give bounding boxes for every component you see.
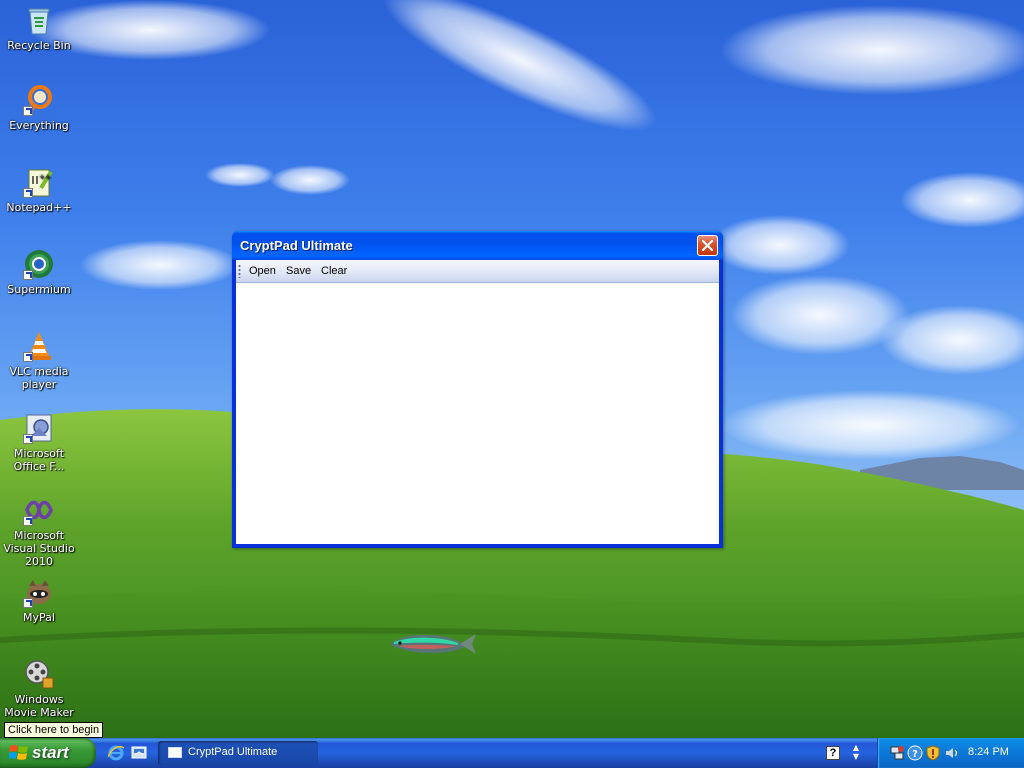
office-picture-icon (23, 412, 55, 444)
shortcut-arrow-icon (23, 106, 33, 116)
help-icon[interactable]: ? (826, 746, 840, 760)
desktop-icon-supermium[interactable]: Supermium (0, 248, 78, 296)
shortcut-arrow-icon (23, 598, 33, 608)
start-button[interactable]: start (0, 738, 96, 768)
desktop-icon-label: Supermium (7, 283, 71, 296)
vlc-cone-icon (23, 330, 55, 362)
close-icon (702, 240, 713, 251)
menu-clear[interactable]: Clear (321, 265, 347, 277)
desktop-icon-mypal[interactable]: MyPal (0, 576, 78, 624)
desktop-icon-label: Recycle Bin (7, 39, 71, 52)
language-bar-chevron-icon[interactable]: ▲ ▼ (850, 743, 862, 763)
taskbar-clock[interactable]: 8:24 PM (968, 746, 1009, 758)
window-app-icon (168, 747, 182, 758)
window-titlebar[interactable]: CryptPad Ultimate (232, 231, 723, 260)
desktop-icon-label: Notepad++ (6, 201, 72, 214)
internet-explorer-icon[interactable] (108, 745, 124, 761)
start-label: start (32, 743, 69, 762)
windows-logo-icon (9, 745, 28, 760)
security-shield-icon[interactable] (925, 745, 941, 761)
desktop-icon-notepad-plus-plus[interactable]: ++ Notepad++ (0, 166, 78, 214)
notepad-plus-plus-icon: ++ (23, 166, 55, 198)
menu-bar: Open Save Clear (236, 260, 719, 283)
taskbar-item-cryptpad[interactable]: CryptPad Ultimate (158, 741, 318, 765)
desktop-icon-label: MyPal (23, 611, 55, 624)
recycle-bin-icon (23, 4, 55, 36)
system-tray: ? 8:24 PM (877, 738, 1024, 768)
desktop-icon-everything[interactable]: Everything (0, 84, 78, 132)
shortcut-arrow-icon (23, 434, 33, 444)
desktop-icon-label: Microsoft Visual Studio 2010 (3, 529, 75, 568)
taskbar: start CryptPad Ultimate ? ▲ ▼ ? 8:24 PM (0, 738, 1024, 768)
menu-grip-icon[interactable] (238, 264, 241, 278)
start-tooltip: Click here to begin (4, 722, 104, 738)
network-icon[interactable] (889, 745, 905, 761)
window-client-area: Open Save Clear (236, 260, 719, 544)
shortcut-arrow-icon (23, 270, 33, 280)
mypal-browser-icon (23, 576, 55, 608)
desktop-fish-icon[interactable] (380, 624, 480, 664)
movie-maker-icon (23, 658, 55, 690)
shortcut-arrow-icon (23, 188, 33, 198)
desktop-icon-label: Everything (9, 119, 69, 132)
desktop-icon-recycle-bin[interactable]: Recycle Bin (0, 4, 78, 52)
help-tray-icon[interactable]: ? (907, 745, 923, 761)
shortcut-arrow-icon (23, 352, 33, 362)
menu-save[interactable]: Save (286, 265, 311, 277)
desktop-icon-vlc[interactable]: VLC media player (0, 330, 78, 391)
supermium-browser-icon (23, 248, 55, 280)
desktop-icon-label: Windows Movie Maker (4, 693, 74, 719)
text-editor-area[interactable] (236, 283, 719, 544)
desktop-icon-visual-studio[interactable]: Microsoft Visual Studio 2010 (0, 494, 78, 568)
close-button[interactable] (697, 235, 718, 256)
desktop-icon-office[interactable]: Microsoft Office F... (0, 412, 78, 473)
menu-open[interactable]: Open (249, 265, 276, 277)
window-title: CryptPad Ultimate (240, 238, 353, 253)
svg-text:?: ? (912, 749, 918, 760)
visual-studio-icon (23, 494, 55, 526)
volume-icon[interactable] (944, 745, 960, 761)
desktop-icon-label: VLC media player (9, 365, 69, 391)
cryptpad-window: CryptPad Ultimate Open Save Clear (232, 231, 723, 548)
shortcut-arrow-icon (23, 516, 33, 526)
taskbar-item-label: CryptPad Ultimate (188, 746, 278, 758)
everything-search-icon (23, 84, 55, 116)
desktop-icon-label: Microsoft Office F... (13, 447, 65, 473)
desktop-icon-movie-maker[interactable]: Windows Movie Maker (0, 658, 78, 719)
svg-text:++: ++ (39, 173, 51, 181)
show-desktop-icon[interactable] (131, 745, 147, 761)
